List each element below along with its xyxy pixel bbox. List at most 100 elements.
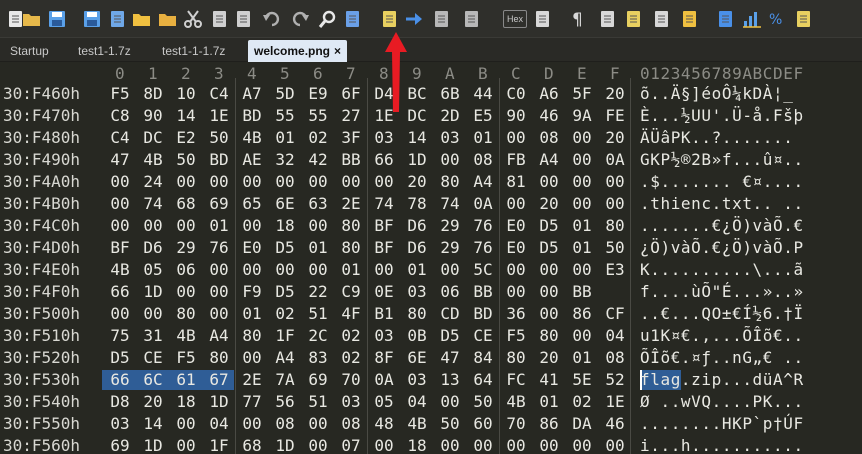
hex-byte[interactable]: 00 [306,172,330,192]
hex-byte[interactable]: 6C [141,370,165,390]
hex-byte[interactable]: 00 [240,216,264,236]
hex-byte[interactable]: C8 [108,106,132,126]
hex-byte[interactable]: 61 [174,370,198,390]
hex-byte[interactable]: 41 [537,370,561,390]
box-icon[interactable] [652,9,672,29]
ascii-row[interactable]: GKP½®2B»f...û¤.. [640,150,804,170]
hex-byte[interactable]: 51 [306,392,330,412]
hex-byte[interactable]: 84 [471,348,495,368]
hex-byte[interactable]: 00 [537,282,561,302]
copy-files-icon[interactable] [108,9,128,29]
hex-byte[interactable]: 80 [537,326,561,346]
hex-byte[interactable]: 18 [405,436,429,454]
hex-byte[interactable]: 6F [339,84,363,104]
hex-byte[interactable]: BC [405,84,429,104]
hex-byte[interactable]: 1F [273,326,297,346]
hex-byte[interactable]: 47 [438,348,462,368]
hex-byte[interactable]: 03 [108,414,132,434]
hex-byte[interactable]: 03 [372,326,396,346]
hex-byte[interactable]: D8 [108,392,132,412]
hex-byte[interactable]: 29 [438,238,462,258]
hex-byte[interactable]: 3F [339,128,363,148]
hex-byte[interactable]: 00 [306,260,330,280]
hex-byte[interactable]: 70 [504,414,528,434]
hex-byte[interactable]: 00 [174,436,198,454]
hex-byte[interactable]: 00 [570,128,594,148]
hex-byte[interactable]: 81 [504,172,528,192]
hex-byte[interactable]: 8D [141,84,165,104]
hex-byte[interactable]: 4B [141,150,165,170]
ascii-row[interactable]: .$....... €¤.... [640,172,804,192]
tab-startup[interactable]: Startup [4,40,55,62]
hex-byte[interactable]: 01 [339,260,363,280]
hex-byte[interactable]: 80 [174,304,198,324]
hex-byte[interactable]: 01 [405,260,429,280]
hex-byte[interactable]: CE [471,326,495,346]
hex-byte[interactable]: 50 [174,150,198,170]
hex-byte[interactable]: 64 [471,370,495,390]
hex-byte[interactable]: BB [339,150,363,170]
folders-icon[interactable] [158,9,178,29]
hex-byte[interactable]: F5 [108,84,132,104]
hex-byte[interactable]: 1F [207,436,231,454]
hex-byte[interactable]: DC [405,106,429,126]
hex-byte[interactable]: BF [108,238,132,258]
hex-byte[interactable]: 67 [207,370,231,390]
hex-byte[interactable]: 00 [174,414,198,434]
hex-byte[interactable]: 29 [438,216,462,236]
hex-byte[interactable]: 5D [273,84,297,104]
hex-byte[interactable]: 0A [372,370,396,390]
hex-byte[interactable]: 20 [603,84,627,104]
hex-byte[interactable]: 00 [207,304,231,324]
hex-byte[interactable]: FC [504,370,528,390]
hex-byte[interactable]: 52 [603,370,627,390]
open-folder-icon[interactable] [22,9,42,29]
hex-byte[interactable]: 03 [372,128,396,148]
ascii-row[interactable]: ¿Ö)vàÕ.€¿Ö)vàÕ.P [640,238,804,258]
hex-byte[interactable]: 20 [537,194,561,214]
hex-byte[interactable]: 01 [471,128,495,148]
hex-byte[interactable]: D6 [405,216,429,236]
hex-byte[interactable]: CF [603,304,627,324]
hex-byte[interactable]: 86 [537,414,561,434]
hex-byte[interactable]: 00 [504,260,528,280]
hex-byte[interactable]: 31 [141,326,165,346]
hex-byte[interactable]: 00 [372,260,396,280]
goto-icon[interactable] [404,9,424,29]
hex-byte[interactable]: 18 [273,216,297,236]
hex-byte[interactable]: 50 [603,238,627,258]
hex-byte[interactable]: 6B [438,84,462,104]
hex-byte[interactable]: BD [471,304,495,324]
close-tab-icon[interactable]: × [334,44,341,58]
hex-byte[interactable]: 50 [207,128,231,148]
hex-byte[interactable]: 00 [438,392,462,412]
hex-byte[interactable]: 00 [372,436,396,454]
hex-byte[interactable]: 50 [438,414,462,434]
hex-byte[interactable]: 00 [504,128,528,148]
hex-byte[interactable]: 06 [174,260,198,280]
hex-byte[interactable]: 4B [108,260,132,280]
hex-byte[interactable]: 02 [570,392,594,412]
hex-byte[interactable]: 36 [504,304,528,324]
hex-byte[interactable]: 86 [570,304,594,324]
hex-byte[interactable]: 80 [603,216,627,236]
hex-byte[interactable]: 00 [174,172,198,192]
hex-byte[interactable]: 00 [438,260,462,280]
hex-editor-view[interactable]: 0 1 2 3 4 5 6 7 8 9 A B C D E F 0123456789ABCDEF 30:F460h… [0,62,862,454]
hex-byte[interactable]: 00 [438,150,462,170]
hex-byte[interactable]: 66 [372,150,396,170]
hex-byte[interactable]: C4 [207,84,231,104]
hex-byte[interactable]: 5E [570,370,594,390]
hex-byte[interactable]: 20 [603,128,627,148]
ascii-row[interactable]: Ø ..wVQ....PK... [640,392,804,412]
hex-byte[interactable]: 08 [537,128,561,148]
hex-byte[interactable]: 03 [405,370,429,390]
hex-byte[interactable]: DC [141,128,165,148]
hex-byte[interactable]: 04 [207,414,231,434]
hex-byte[interactable]: E2 [174,128,198,148]
hex-byte[interactable]: 80 [438,172,462,192]
hex-byte[interactable]: 4B [405,414,429,434]
hex-byte[interactable]: B1 [372,304,396,324]
hex-byte[interactable]: 80 [339,216,363,236]
hex-byte[interactable]: 6E [405,348,429,368]
